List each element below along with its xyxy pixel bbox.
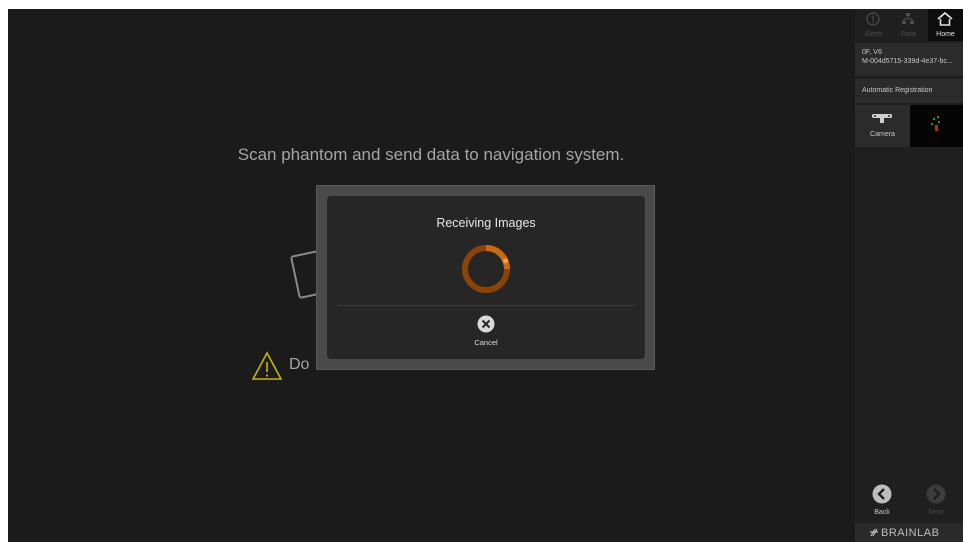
cancel-button[interactable]: Cancel: [456, 311, 516, 351]
back-button[interactable]: Back: [869, 483, 895, 519]
brand-bar: BRAINLAB: [855, 523, 963, 542]
back-label: Back: [874, 509, 890, 516]
home-icon: [937, 12, 953, 26]
camera-icon: [872, 114, 892, 123]
receiving-images-dialog: Receiving Images Cancel: [316, 185, 655, 370]
progress-spinner-icon: [462, 245, 510, 293]
cancel-label: Cancel: [474, 338, 498, 347]
sidebar: Alerts Data Home 0F, V6 M-004d5715-339d-…: [855, 9, 963, 542]
camera-button[interactable]: Camera: [855, 105, 910, 147]
home-button[interactable]: Home: [928, 9, 963, 41]
dialog-divider: [337, 305, 635, 306]
step-label: Automatic Registration: [862, 87, 933, 94]
warning-triangle-icon: [251, 351, 283, 380]
alerts-label: Alerts: [864, 31, 883, 38]
next-arrow-icon: [926, 484, 946, 504]
back-arrow-icon: [872, 484, 892, 504]
dialog-title: Receiving Images: [436, 216, 536, 230]
home-label: Home: [936, 31, 955, 38]
alerts-button[interactable]: Alerts: [857, 9, 890, 41]
current-step-panel[interactable]: Automatic Registration: [855, 79, 963, 103]
patient-info-panel[interactable]: 0F, V6 M-004d5715-339d-4e37-bc...: [855, 43, 963, 76]
camera-view: [910, 105, 963, 147]
next-button[interactable]: Next: [923, 483, 949, 519]
alert-circle-icon: [866, 12, 880, 26]
next-label: Next: [928, 509, 944, 516]
warning-text: Do: [289, 356, 310, 373]
brand-label: BRAINLAB: [881, 527, 940, 539]
instruction-text: Scan phantom and send data to navigation…: [237, 145, 625, 164]
application-screen: Scan phantom and send data to navigation…: [8, 9, 963, 542]
data-button[interactable]: Data: [892, 9, 925, 41]
patient-name: 0F, V6: [862, 49, 882, 56]
dialog-body: Receiving Images Cancel: [327, 196, 645, 359]
camera-label: Camera: [870, 131, 895, 138]
main-area: Scan phantom and send data to navigation…: [8, 9, 854, 542]
patient-id: M-004d5715-339d-4e37-bc...: [862, 58, 953, 65]
data-label: Data: [901, 31, 916, 38]
data-tree-icon: [902, 13, 914, 24]
tracking-markers-icon: [931, 116, 940, 131]
cancel-x-icon: [477, 315, 495, 333]
brainlab-logo-icon: [870, 528, 878, 537]
